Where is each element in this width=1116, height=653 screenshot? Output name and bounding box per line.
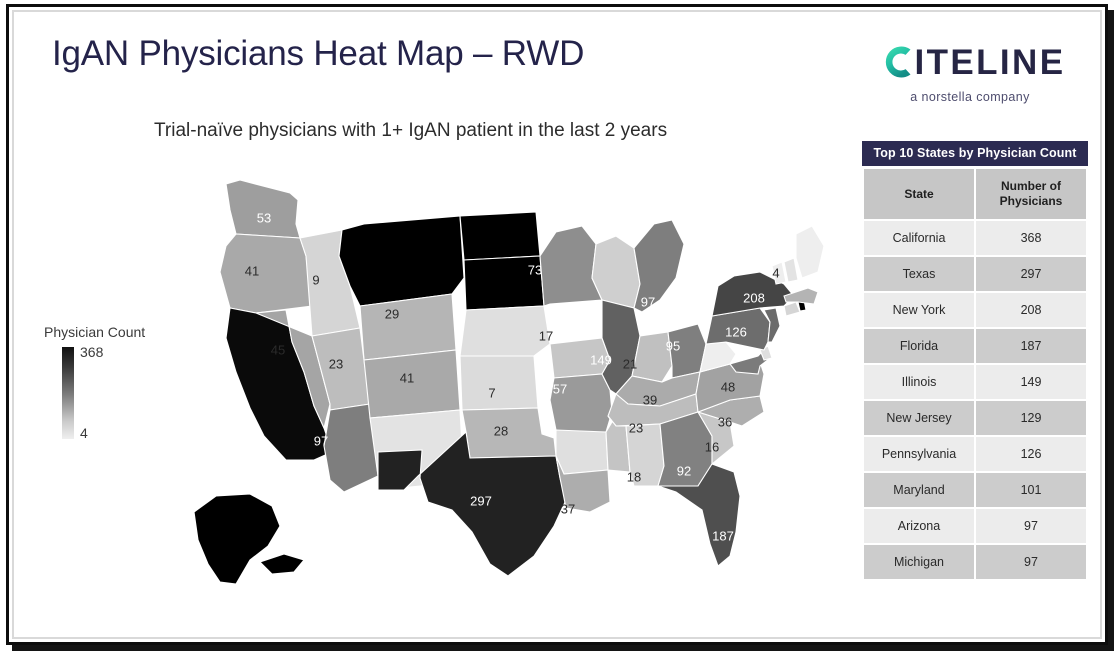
state-sd[interactable] <box>464 256 544 310</box>
legend-max-value: 368 <box>80 344 104 360</box>
cell-state: Texas <box>864 257 974 291</box>
state-ok[interactable] <box>462 408 556 458</box>
cell-count: 129 <box>976 401 1086 435</box>
color-legend: Physician Count 368 4 <box>44 324 184 445</box>
slide-frame: IgAN Physicians Heat Map – RWD Trial-naï… <box>6 4 1108 645</box>
states-layer <box>194 180 824 584</box>
state-ar[interactable] <box>556 430 608 474</box>
citeline-logo: ITELINE a norstella company <box>870 38 1070 112</box>
state-wa[interactable] <box>226 180 300 238</box>
table-row: California 368 <box>864 221 1086 255</box>
cell-count: 149 <box>976 365 1086 399</box>
state-mn[interactable] <box>540 226 602 306</box>
cell-state: Florida <box>864 329 974 363</box>
state-al[interactable] <box>626 424 664 486</box>
state-me[interactable] <box>796 226 824 278</box>
cell-state: New York <box>864 293 974 327</box>
col-header-count-line1: Number of <box>1001 179 1061 193</box>
table-row: Texas 297 <box>864 257 1086 291</box>
table-row: New Jersey 129 <box>864 401 1086 435</box>
cell-count: 126 <box>976 437 1086 471</box>
state-ks[interactable] <box>460 356 538 410</box>
table-header-row: State Number of Physicians <box>864 169 1086 219</box>
citeline-c-arc-icon <box>885 46 910 78</box>
cell-state: New Jersey <box>864 401 974 435</box>
table-row: Florida 187 <box>864 329 1086 363</box>
legend-title: Physician Count <box>44 324 146 340</box>
state-co[interactable] <box>364 350 460 418</box>
legend-min-value: 4 <box>80 425 88 441</box>
chart-subtitle: Trial-naïve physicians with 1+ IgAN pati… <box>154 120 668 141</box>
state-ak[interactable] <box>260 554 304 574</box>
cell-state: Pennsylvania <box>864 437 974 471</box>
cell-count: 97 <box>976 545 1086 579</box>
table-row: New York 208 <box>864 293 1086 327</box>
state-ak[interactable] <box>194 494 280 584</box>
top-states-table: State Number of Physicians California 368… <box>862 167 1088 581</box>
cell-state: Maryland <box>864 473 974 507</box>
us-map-svg <box>164 160 864 622</box>
page-title: IgAN Physicians Heat Map – RWD <box>52 34 585 73</box>
logo-wordmark: ITELINE <box>870 38 1070 86</box>
legend-body: 368 4 <box>44 344 184 445</box>
table-row: Michigan 97 <box>864 545 1086 579</box>
logo-text: ITELINE <box>914 42 1066 82</box>
cell-count: 187 <box>976 329 1086 363</box>
col-header-count: Number of Physicians <box>976 169 1086 219</box>
col-header-state: State <box>864 169 974 219</box>
table-row: Illinois 149 <box>864 365 1086 399</box>
col-header-count-line2: Physicians <box>999 194 1063 208</box>
cell-count: 101 <box>976 473 1086 507</box>
state-or[interactable] <box>220 234 312 313</box>
legend-gradient-bar <box>62 347 74 439</box>
cell-state: Michigan <box>864 545 974 579</box>
table-title: Top 10 States by Physician Count <box>862 141 1088 166</box>
table-row: Maryland 101 <box>864 473 1086 507</box>
cell-count: 368 <box>976 221 1086 255</box>
state-nd[interactable] <box>460 212 540 260</box>
cell-count: 208 <box>976 293 1086 327</box>
logo-tagline: a norstella company <box>910 90 1030 104</box>
state-mt[interactable] <box>339 216 464 306</box>
state-mi[interactable] <box>634 220 684 312</box>
state-wy[interactable] <box>360 294 456 360</box>
state-nh[interactable] <box>784 258 798 282</box>
us-choropleth-map[interactable]: 368 297 208 187 149 126 97 97 95 92 73 57 53 48 45 41 41… <box>164 160 864 622</box>
state-ne[interactable] <box>460 306 550 356</box>
cell-state: California <box>864 221 974 255</box>
cell-count: 297 <box>976 257 1086 291</box>
table-row: Arizona 97 <box>864 509 1086 543</box>
cell-state: Illinois <box>864 365 974 399</box>
cell-state: Arizona <box>864 509 974 543</box>
cell-count: 97 <box>976 509 1086 543</box>
top-states-table-panel: Top 10 States by Physician Count State N… <box>862 141 1088 581</box>
state-mo[interactable] <box>550 374 612 436</box>
slide-canvas: IgAN Physicians Heat Map – RWD Trial-naï… <box>12 10 1102 639</box>
table-row: Pennsylvania 126 <box>864 437 1086 471</box>
state-ia[interactable] <box>550 338 610 378</box>
table-body: California 368 Texas 297 New York 208 Florida 1… <box>864 221 1086 579</box>
